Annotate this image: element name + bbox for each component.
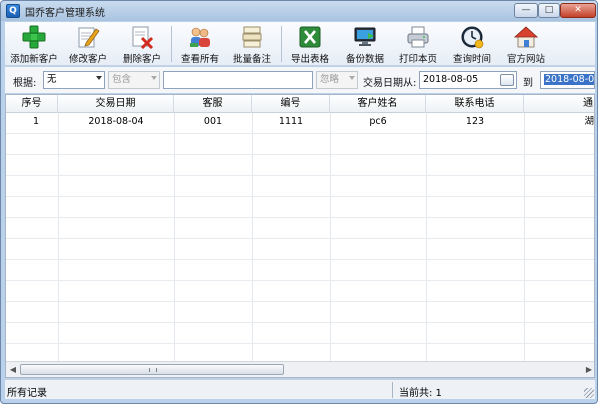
table-body: 1 2018-08-04 001 1111 pc6 123 湖 (6, 113, 594, 365)
minimize-button[interactable]: — (514, 3, 538, 18)
add-customer-label: 添加新客户 (10, 54, 58, 65)
column-header-service[interactable]: 客服 (174, 95, 252, 113)
cell-index: 1 (32, 116, 40, 127)
cell-address: 湖 (584, 116, 594, 127)
add-plus-icon (22, 25, 46, 49)
add-customer-button[interactable]: 添加新客户 (7, 24, 61, 65)
empty-row (6, 176, 594, 197)
empty-row (6, 218, 594, 239)
cell-phone: 123 (465, 116, 485, 127)
query-time-label: 查询时间 (452, 54, 491, 65)
column-header-phone[interactable]: 联系电话 (426, 95, 524, 113)
notes-stack-icon (242, 26, 262, 48)
chevron-down-icon (349, 76, 355, 80)
backup-data-button[interactable]: 备份数据 (338, 24, 392, 65)
status-all-records: 所有记录 (7, 388, 47, 399)
delete-customer-label: 删除客户 (122, 54, 161, 65)
condition-select-value: 包含 (112, 74, 132, 85)
toolbar-separator (281, 26, 282, 62)
column-header-customer-name[interactable]: 客户姓名 (330, 95, 426, 113)
horizontal-scrollbar[interactable]: ◀ ▶ (6, 361, 594, 377)
empty-row (6, 281, 594, 302)
view-all-button[interactable]: 查看所有 (173, 24, 227, 65)
official-website-button[interactable]: 官方网站 (499, 24, 553, 65)
view-all-label: 查看所有 (180, 54, 219, 65)
filter-bar: 根据: 无 包含 忽略 交易日期从: 2018-08-05 到 2018-08-… (5, 67, 595, 93)
ignore-option-value: 忽略 (320, 74, 340, 85)
empty-row (6, 302, 594, 323)
date-to-value: 2018-08-05 (544, 74, 594, 85)
customer-table: 序号 交易日期 客服 编号 客户姓名 联系电话 通 1 2018-08-04 0… (5, 94, 595, 378)
official-website-label: 官方网站 (506, 54, 545, 65)
empty-row (6, 323, 594, 344)
print-page-label: 打印本页 (398, 54, 437, 65)
basis-select-value: 无 (47, 74, 57, 85)
empty-row (6, 197, 594, 218)
edit-customer-label: 修改客户 (68, 54, 107, 65)
app-window: Q 国乔客户管理系统 — □ ✕ 添加新客户 修改客户 删除客户 查看所有 批量… (0, 0, 598, 404)
edit-customer-button[interactable]: 修改客户 (61, 24, 115, 65)
status-separator (392, 382, 393, 398)
basis-select[interactable]: 无 (43, 71, 105, 89)
column-header-number[interactable]: 编号 (252, 95, 330, 113)
export-table-button[interactable]: 导出表格 (283, 24, 337, 65)
keyword-input[interactable] (163, 71, 313, 89)
excel-export-icon (299, 26, 321, 48)
toolbar: 添加新客户 修改客户 删除客户 查看所有 批量备注 导出表格 备份数据 打印本页… (5, 22, 595, 66)
delete-customer-button[interactable]: 删除客户 (115, 24, 169, 65)
toolbar-separator (171, 26, 172, 62)
cell-number: 1111 (278, 116, 304, 127)
scroll-grip-icon (149, 368, 157, 372)
app-logo-icon: Q (6, 4, 20, 18)
status-record-count: 当前共: 1 (399, 388, 442, 399)
column-header-address[interactable]: 通 (524, 95, 594, 113)
export-table-label: 导出表格 (290, 54, 329, 65)
date-from-picker[interactable]: 2018-08-05 (419, 71, 517, 89)
scroll-right-icon[interactable]: ▶ (583, 364, 594, 376)
chevron-down-icon (96, 76, 102, 80)
table-row[interactable]: 1 2018-08-04 001 1111 pc6 123 湖 (6, 113, 594, 134)
date-from-label: 交易日期从: (363, 78, 417, 89)
cell-customer-name: pc6 (369, 116, 387, 127)
home-icon (514, 26, 538, 48)
title-bar[interactable]: Q 国乔客户管理系统 — □ ✕ (1, 1, 597, 21)
empty-row (6, 134, 594, 155)
basis-label: 根据: (13, 78, 37, 89)
table-header: 序号 交易日期 客服 编号 客户姓名 联系电话 通 (6, 95, 594, 113)
column-header-trade-date[interactable]: 交易日期 (58, 95, 174, 113)
close-button[interactable]: ✕ (560, 3, 596, 18)
date-to-picker[interactable]: 2018-08-05 (540, 71, 595, 89)
resize-grip-icon[interactable] (584, 388, 594, 398)
column-header-index[interactable]: 序号 (6, 95, 58, 113)
chevron-down-icon (151, 76, 157, 80)
calendar-dropdown-icon[interactable] (500, 74, 514, 86)
cell-trade-date: 2018-08-04 (88, 116, 144, 127)
backup-data-label: 备份数据 (345, 54, 384, 65)
empty-row (6, 155, 594, 176)
edit-pencil-icon (78, 27, 100, 48)
empty-row (6, 260, 594, 281)
users-group-icon (190, 27, 210, 47)
scroll-left-icon[interactable]: ◀ (7, 364, 19, 376)
monitor-backup-icon (354, 27, 376, 46)
clock-icon (461, 26, 484, 49)
delete-document-icon (132, 26, 154, 49)
empty-row (6, 239, 594, 260)
batch-note-label: 批量备注 (232, 54, 271, 65)
printer-icon (407, 26, 429, 48)
batch-note-button[interactable]: 批量备注 (225, 24, 279, 65)
cell-service: 001 (203, 116, 223, 127)
ignore-option-select[interactable]: 忽略 (316, 71, 358, 89)
window-title: 国乔客户管理系统 (25, 8, 105, 19)
status-bar: 所有记录 当前共: 1 (5, 379, 595, 399)
scrollbar-thumb[interactable] (20, 364, 284, 375)
condition-select[interactable]: 包含 (108, 71, 160, 89)
query-time-button[interactable]: 查询时间 (445, 24, 499, 65)
maximize-button[interactable]: □ (538, 3, 560, 18)
print-page-button[interactable]: 打印本页 (391, 24, 445, 65)
date-to-label: 到 (523, 78, 533, 89)
date-from-value: 2018-08-05 (423, 74, 479, 85)
